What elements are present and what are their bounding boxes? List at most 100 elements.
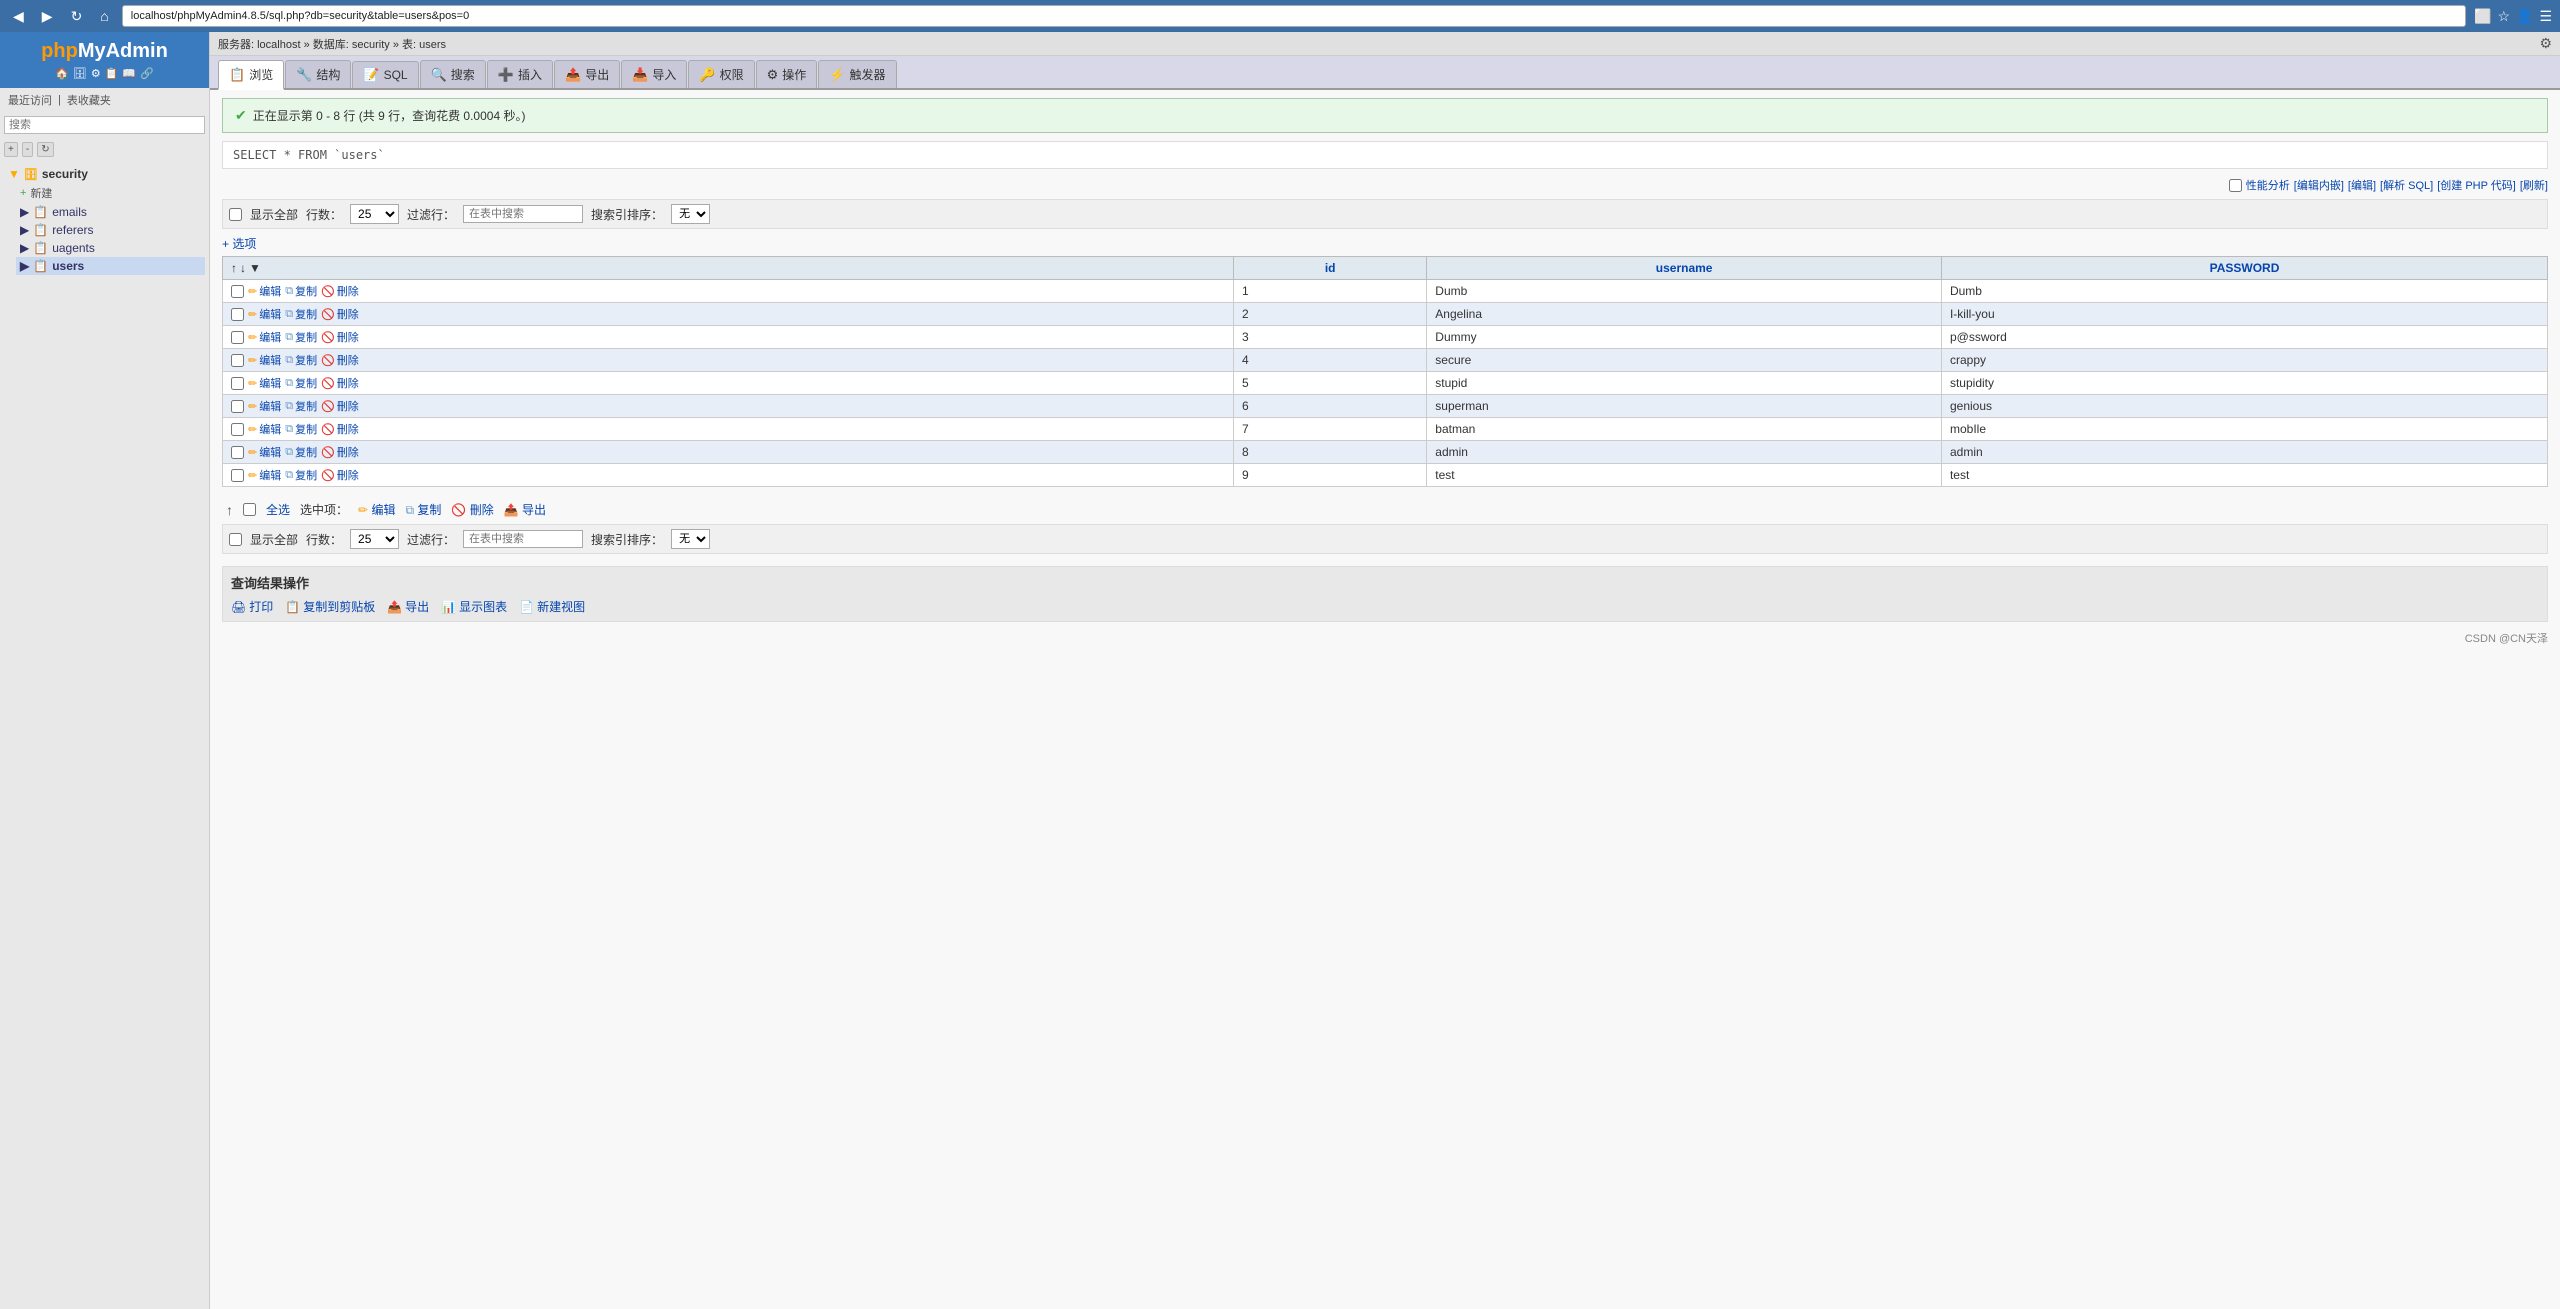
tab-browse[interactable]: 📋 浏览 xyxy=(218,60,284,90)
home-link-icon[interactable]: 🏠 xyxy=(55,67,69,80)
forward-button[interactable]: ▶ xyxy=(37,6,58,27)
edit-link-8[interactable]: ✏ 编辑 xyxy=(248,444,281,460)
delete-link-3[interactable]: 🚫 刪除 xyxy=(321,329,359,345)
row-checkbox-5[interactable] xyxy=(231,377,244,390)
sidebar-item-users[interactable]: ▶ 📋 users xyxy=(16,257,205,275)
recent-label[interactable]: 最近访问 xyxy=(8,92,52,108)
db-link[interactable]: 数据库: security xyxy=(313,39,390,51)
parse-sql-link[interactable]: [解析 SQL] xyxy=(2380,177,2433,193)
tab-export[interactable]: 📤 导出 xyxy=(554,60,620,88)
options-row[interactable]: + 选项 xyxy=(222,235,2548,252)
row-checkbox-3[interactable] xyxy=(231,331,244,344)
delete-link-1[interactable]: 🚫 刪除 xyxy=(321,283,359,299)
copy-link-9[interactable]: ⧉ 复制 xyxy=(285,467,317,483)
row-checkbox-8[interactable] xyxy=(231,446,244,459)
create-php-link[interactable]: [创建 PHP 代码] xyxy=(2437,177,2516,193)
col-id-sort-link[interactable]: id xyxy=(1325,261,1336,275)
sidebar-search-input[interactable] xyxy=(4,116,205,134)
show-all-checkbox-top[interactable] xyxy=(229,208,242,221)
edit-link-4[interactable]: ✏ 编辑 xyxy=(248,352,281,368)
sql-link-icon[interactable]: 📋 xyxy=(105,67,119,80)
sort-up-icon[interactable]: ↑ xyxy=(231,261,237,275)
edit-link-1[interactable]: ✏ 编辑 xyxy=(248,283,281,299)
tab-triggers[interactable]: ⚡ 触发器 xyxy=(818,60,896,88)
bottom-export-link[interactable]: 📤 导出 xyxy=(504,501,546,518)
tab-sql[interactable]: 📝 SQL xyxy=(352,61,418,88)
print-link[interactable]: 🖨 打印 xyxy=(231,598,273,615)
copy-link-1[interactable]: ⧉ 复制 xyxy=(285,283,317,299)
row-checkbox-1[interactable] xyxy=(231,285,244,298)
home-button[interactable]: ⌂ xyxy=(95,6,113,26)
edit-link[interactable]: [编辑] xyxy=(2348,177,2376,193)
refresh-btn[interactable]: ↻ xyxy=(37,142,53,157)
db-link-icon[interactable]: 🗄 xyxy=(73,67,87,80)
external-link-icon[interactable]: 🔗 xyxy=(140,67,154,80)
edit-link-6[interactable]: ✏ 编辑 xyxy=(248,398,281,414)
row-count-select-bottom[interactable]: 25 50 100 xyxy=(350,529,399,549)
copy-link-8[interactable]: ⧉ 复制 xyxy=(285,444,317,460)
tab-import[interactable]: 📥 导入 xyxy=(621,60,687,88)
settings-link-icon[interactable]: ⚙ xyxy=(91,67,101,80)
sidebar-item-emails[interactable]: ▶ 📋 emails xyxy=(16,203,205,221)
edit-link-5[interactable]: ✏ 编辑 xyxy=(248,375,281,391)
expand-all-btn[interactable]: + xyxy=(4,142,18,157)
performance-link[interactable]: 性能分析 xyxy=(2246,177,2290,193)
settings-gear-icon[interactable]: ⚙ xyxy=(2539,35,2552,51)
new-view-link[interactable]: 📄 新建视图 xyxy=(519,598,585,615)
delete-link-6[interactable]: 🚫 刪除 xyxy=(321,398,359,414)
search-order-select-top[interactable]: 无 xyxy=(671,204,710,224)
url-bar[interactable] xyxy=(122,5,2466,27)
copy-clipboard-link[interactable]: 📋 复制到剪贴板 xyxy=(285,598,375,615)
edit-link-3[interactable]: ✏ 编辑 xyxy=(248,329,281,345)
performance-checkbox[interactable] xyxy=(2229,179,2242,192)
copy-link-5[interactable]: ⧉ 复制 xyxy=(285,375,317,391)
back-button[interactable]: ◀ xyxy=(8,6,29,27)
row-checkbox-4[interactable] xyxy=(231,354,244,367)
delete-link-2[interactable]: 🚫 刪除 xyxy=(321,306,359,322)
tab-operations[interactable]: ⚙ 操作 xyxy=(756,60,818,88)
delete-link-8[interactable]: 🚫 刪除 xyxy=(321,444,359,460)
bottom-delete-link[interactable]: 🚫 刪除 xyxy=(451,501,493,518)
bookmarks-label[interactable]: 表收藏夹 xyxy=(67,92,111,108)
copy-link-3[interactable]: ⧉ 复制 xyxy=(285,329,317,345)
tab-insert[interactable]: ➕ 插入 xyxy=(487,60,553,88)
sidebar-item-security[interactable]: ▼ 🗄 security xyxy=(4,165,205,183)
copy-link-6[interactable]: ⧉ 复制 xyxy=(285,398,317,414)
row-checkbox-6[interactable] xyxy=(231,400,244,413)
export-results-link[interactable]: 📤 导出 xyxy=(387,598,429,615)
col-username-sort-link[interactable]: username xyxy=(1656,261,1713,275)
tab-structure[interactable]: 🔧 结构 xyxy=(285,60,351,88)
delete-link-5[interactable]: 🚫 刪除 xyxy=(321,375,359,391)
docs-link-icon[interactable]: 📖 xyxy=(122,67,136,80)
sidebar-item-uagents[interactable]: ▶ 📋 uagents xyxy=(16,239,205,257)
filter-icon[interactable]: ▼ xyxy=(249,261,261,275)
row-count-select-top[interactable]: 25 50 100 250 500 xyxy=(350,204,399,224)
collapse-all-btn[interactable]: - xyxy=(22,142,33,157)
row-checkbox-7[interactable] xyxy=(231,423,244,436)
delete-link-7[interactable]: 🚫 刪除 xyxy=(321,421,359,437)
filter-input-bottom[interactable] xyxy=(463,530,583,548)
col-password-sort-link[interactable]: PASSWORD xyxy=(2210,261,2280,275)
row-checkbox-2[interactable] xyxy=(231,308,244,321)
refresh-link[interactable]: [刷新] xyxy=(2520,177,2548,193)
edit-link-9[interactable]: ✏ 编辑 xyxy=(248,467,281,483)
delete-link-4[interactable]: 🚫 刪除 xyxy=(321,352,359,368)
copy-link-4[interactable]: ⧉ 复制 xyxy=(285,352,317,368)
server-link[interactable]: 服务器: localhost xyxy=(218,39,301,51)
search-order-select-bottom[interactable]: 无 xyxy=(671,529,710,549)
copy-link-7[interactable]: ⧉ 复制 xyxy=(285,421,317,437)
bottom-edit-link[interactable]: ✏ 编辑 xyxy=(358,501,395,518)
sidebar-item-new[interactable]: + 新建 xyxy=(16,183,205,203)
edit-link-2[interactable]: ✏ 编辑 xyxy=(248,306,281,322)
select-all-checkbox[interactable] xyxy=(243,503,256,516)
tab-privileges[interactable]: 🔑 权限 xyxy=(688,60,754,88)
bottom-copy-link[interactable]: ⧉ 复制 xyxy=(405,501,441,518)
refresh-button[interactable]: ↻ xyxy=(66,6,88,27)
show-chart-link[interactable]: 📊 显示图表 xyxy=(441,598,507,615)
edit-inner-link[interactable]: [编辑内嵌] xyxy=(2294,177,2344,193)
copy-link-2[interactable]: ⧉ 复制 xyxy=(285,306,317,322)
row-checkbox-9[interactable] xyxy=(231,469,244,482)
sidebar-item-referers[interactable]: ▶ 📋 referers xyxy=(16,221,205,239)
delete-link-9[interactable]: 🚫 刪除 xyxy=(321,467,359,483)
show-all-checkbox-bottom[interactable] xyxy=(229,533,242,546)
